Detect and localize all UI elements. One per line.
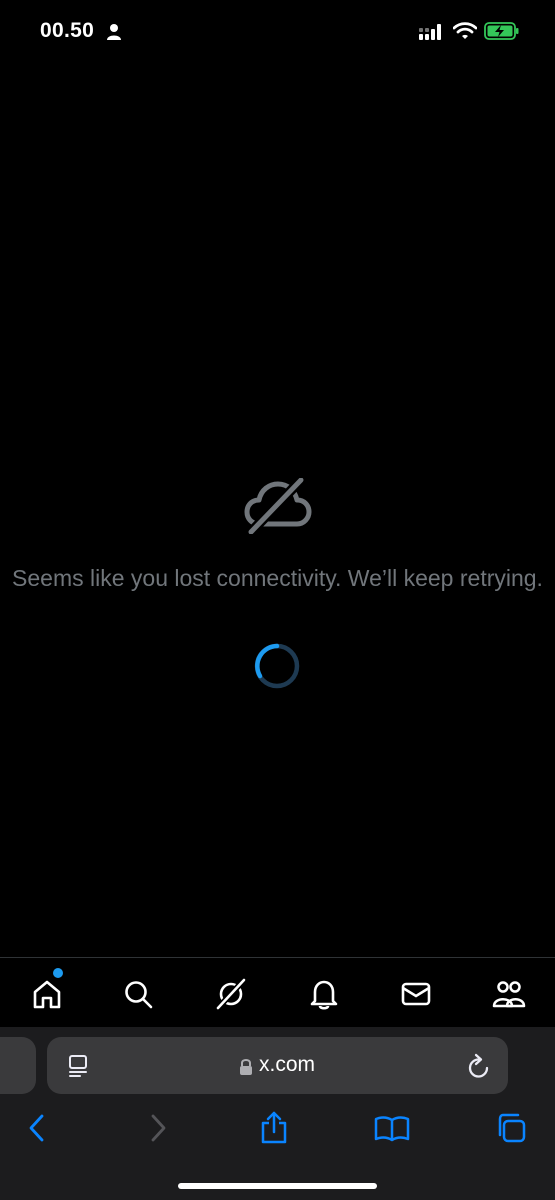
tab-search[interactable] xyxy=(118,974,158,1014)
share-icon xyxy=(261,1111,287,1144)
communities-icon xyxy=(492,981,526,1008)
back-icon xyxy=(29,1114,44,1142)
person-icon xyxy=(107,24,121,40)
forward-icon xyxy=(151,1114,166,1142)
wifi-icon xyxy=(453,22,477,39)
tab-home[interactable] xyxy=(27,974,67,1014)
back-button[interactable] xyxy=(17,1110,57,1146)
lock-icon xyxy=(240,1059,252,1075)
previous-tab-pill[interactable] xyxy=(0,1037,36,1094)
signal-icon xyxy=(419,24,441,40)
cloud-off-icon xyxy=(244,478,312,534)
bottom-tab-bar xyxy=(0,957,555,1028)
home-indicator xyxy=(178,1183,377,1189)
tabs-button[interactable] xyxy=(491,1110,531,1146)
bell-icon xyxy=(310,980,338,1010)
mail-icon xyxy=(401,982,431,1006)
reload-icon[interactable] xyxy=(467,1053,491,1079)
share-button[interactable] xyxy=(254,1110,294,1146)
home-notification-badge xyxy=(53,968,63,978)
url-text[interactable]: x.com xyxy=(259,1053,315,1077)
bookmarks-icon xyxy=(374,1116,410,1142)
tab-notifications[interactable] xyxy=(304,974,344,1014)
tabs-icon xyxy=(498,1113,526,1143)
search-icon xyxy=(125,981,153,1009)
battery-charging-icon xyxy=(484,22,519,40)
status-time: 00.50 xyxy=(40,19,95,42)
offline-message: Seems like you lost connectivity. We’ll … xyxy=(12,565,543,591)
tab-grok[interactable] xyxy=(211,974,251,1014)
home-icon xyxy=(33,980,61,1009)
forward-button[interactable] xyxy=(138,1110,178,1146)
status-bar: 00.50 xyxy=(0,0,555,62)
bookmarks-button[interactable] xyxy=(372,1110,412,1146)
tab-messages[interactable] xyxy=(396,974,436,1014)
tab-communities[interactable] xyxy=(489,974,529,1014)
loading-spinner xyxy=(254,643,300,689)
grok-icon xyxy=(215,977,247,1011)
reader-icon[interactable] xyxy=(68,1054,90,1078)
